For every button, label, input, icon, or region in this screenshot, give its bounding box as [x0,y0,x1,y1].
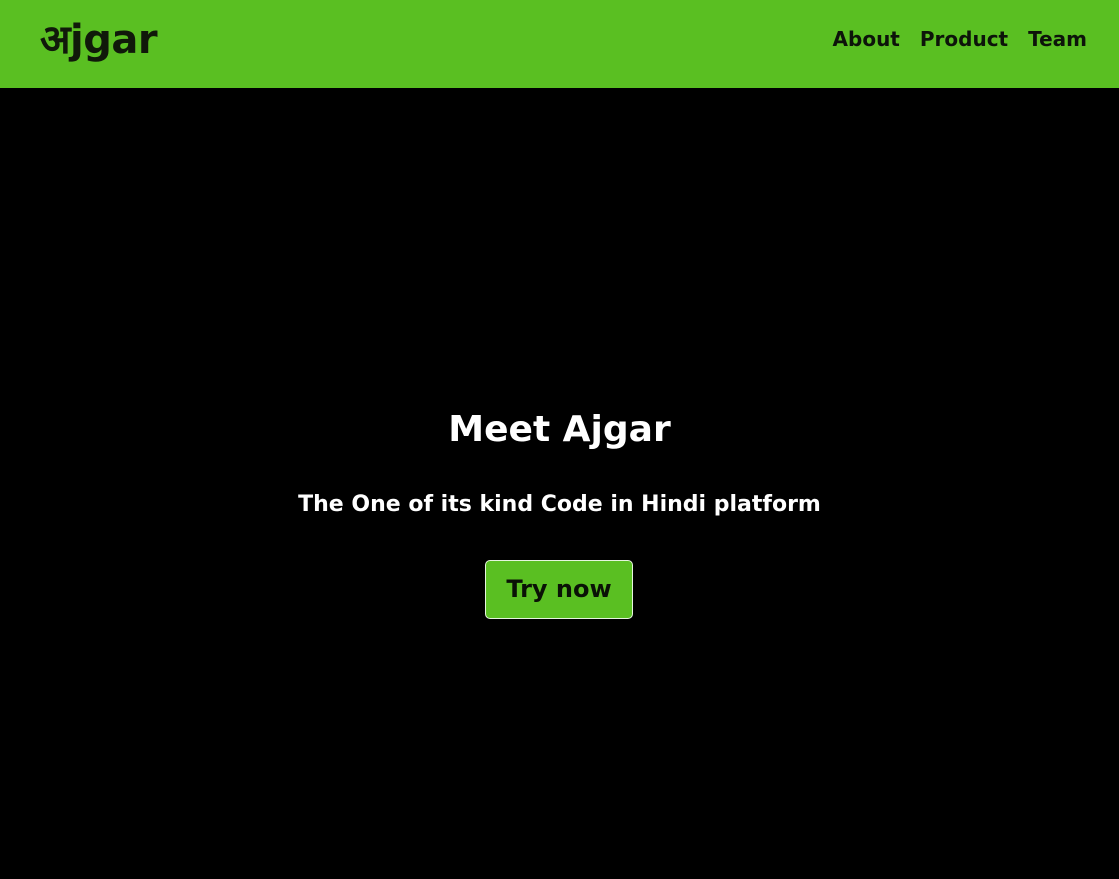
try-now-button[interactable]: Try now [485,560,633,619]
nav-link-product[interactable]: Product [920,26,1008,52]
hero-subtitle: The One of its kind Code in Hindi platfo… [298,492,821,517]
hero-title: Meet Ajgar [448,409,671,450]
hero-section: Meet Ajgar The One of its kind Code in H… [0,88,1119,879]
top-navbar: अjgar About Product Team [0,0,1119,88]
nav-link-team[interactable]: Team [1028,26,1087,52]
nav-links: About Product Team [833,26,1087,52]
brand-logo[interactable]: अjgar [40,14,158,66]
nav-link-about[interactable]: About [833,26,900,52]
